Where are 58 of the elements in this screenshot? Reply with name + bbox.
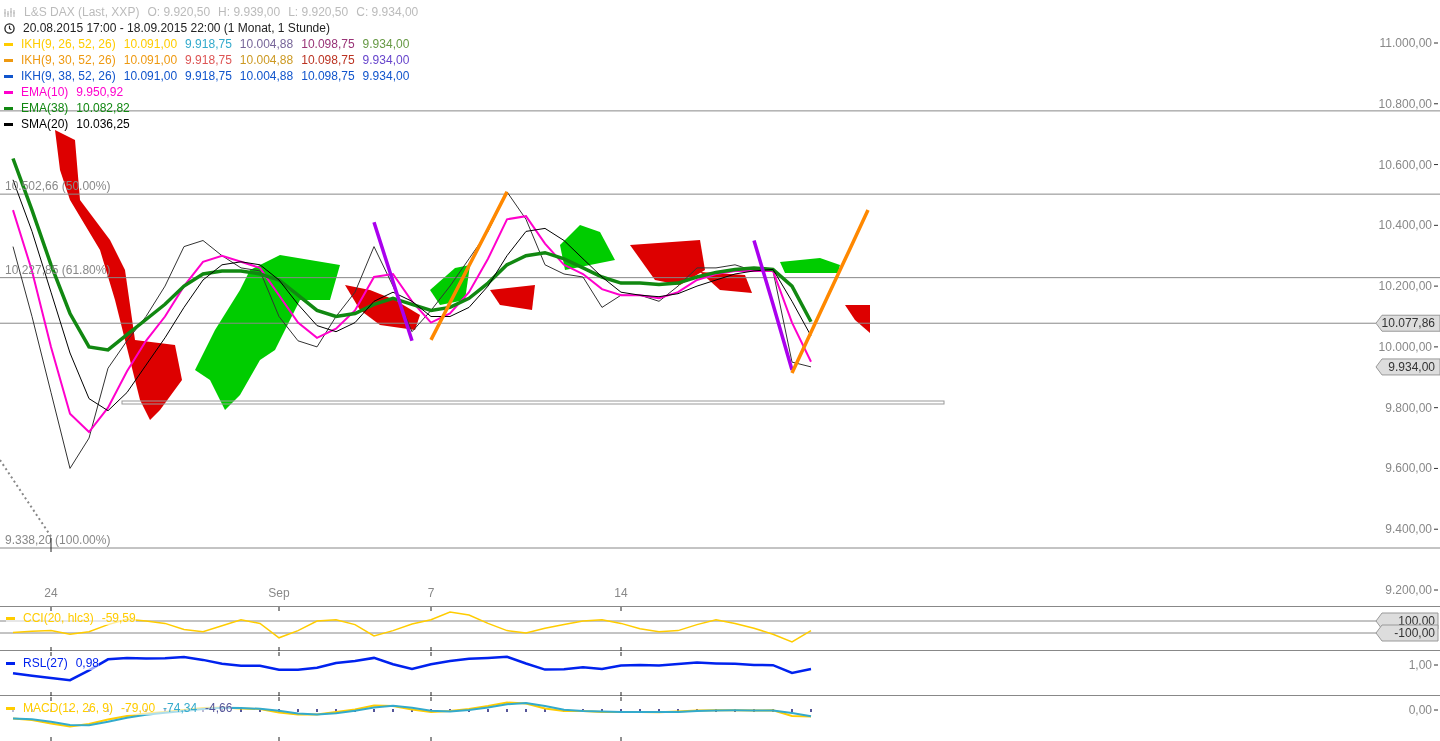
axis-label: 10.200,00: [1378, 279, 1432, 294]
price-tag: 10.077,86: [1375, 314, 1440, 332]
legend-name: MACD(12, 26, 9): [23, 701, 114, 715]
axis-label: 9.800,00: [1385, 400, 1432, 415]
legend-value: -59,59: [101, 611, 136, 625]
axis-label: 1,00: [1408, 658, 1432, 672]
legend-value: 10.036,25: [76, 117, 130, 131]
legend-name: SMA(20): [21, 117, 69, 131]
legend-value: 10.004,88: [239, 53, 294, 67]
legend-value: 9.934,00: [362, 37, 410, 51]
axis-label: 10.000,00: [1378, 339, 1432, 354]
legend-value: 0,98: [75, 656, 100, 670]
legend-name: EMA(38): [21, 101, 69, 115]
axis-label: 11.000,00: [1379, 36, 1432, 50]
axis-label: 10.600,00: [1378, 157, 1432, 172]
legend-name: RSL(27): [23, 656, 68, 670]
axis-label: 10.800,00: [1378, 96, 1432, 111]
legend-value: 10.098,75: [301, 69, 355, 83]
axis-label: 10.400,00: [1378, 218, 1432, 233]
legend-value: -4,66: [205, 701, 233, 715]
legend-name: CCI(20, hlc3): [23, 611, 94, 625]
ohlc-value: H: 9.939,00: [218, 5, 281, 19]
date-label: Sep: [268, 586, 290, 600]
legend-value: 10.091,00: [123, 53, 178, 67]
legend-name: IKH(9, 30, 52, 26): [21, 53, 116, 67]
legend-name: IKH(9, 38, 52, 26): [21, 69, 116, 83]
legend-name: IKH(9, 26, 52, 26): [21, 37, 116, 51]
legend-value: 10.004,88: [239, 37, 294, 51]
legend-value: 10.082,82: [76, 101, 130, 115]
fibonacci-label: 9.338,20 (100.00%): [5, 533, 111, 547]
legend-name: EMA(10): [21, 85, 69, 99]
axis-label: 9.600,00: [1385, 461, 1432, 476]
legend-value: 9.934,00: [362, 69, 410, 83]
date-range: 20.08.2015 17:00 - 18.09.2015 22:00 (1 Monat, 1 Stunde): [23, 21, 330, 35]
axis-label: 0,00: [1408, 703, 1432, 717]
ohlc-value: L: 9.920,50: [288, 5, 349, 19]
legend-value: 10.091,00: [123, 69, 178, 83]
legend-value: 10.098,75: [301, 53, 355, 67]
axis-label: 9.200,00: [1385, 583, 1432, 597]
date-label: 7: [427, 586, 435, 600]
legend-value: 9.950,92: [76, 85, 124, 99]
price-tag: 9.934,00: [1375, 358, 1440, 376]
ohlc-value: C: 9.934,00: [356, 5, 419, 19]
ohlc-value: O: 9.920,50: [147, 5, 211, 19]
legend-value: 9.934,00: [362, 53, 410, 67]
legend-value: 10.098,75: [301, 37, 355, 51]
legend-value: 9.918,75: [185, 53, 232, 67]
legend-value: 9.918,75: [185, 69, 232, 83]
legend-value: 10.091,00: [123, 37, 178, 51]
legend-value: 9.918,75: [185, 37, 232, 51]
date-label: 14: [614, 586, 628, 600]
level-tag: -100,00: [1375, 624, 1439, 642]
legend-value: -74,34: [163, 701, 198, 715]
date-label: 24: [44, 586, 58, 600]
symbol-name: L&S DAX (Last, XXP): [24, 5, 140, 19]
axis-label: 9.400,00: [1385, 522, 1432, 537]
legend-value: 10.004,88: [239, 69, 294, 83]
legend-value: -79,00: [121, 701, 156, 715]
